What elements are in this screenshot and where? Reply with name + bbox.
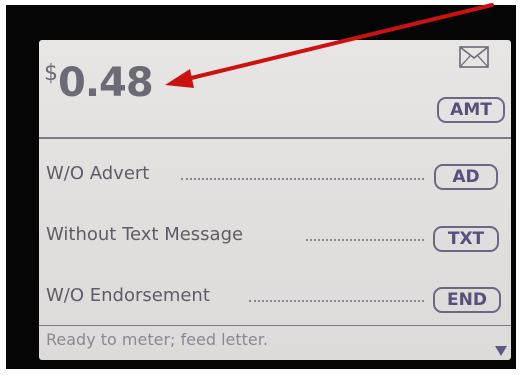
leader-dots bbox=[181, 178, 424, 180]
currency-symbol: $ bbox=[44, 61, 58, 86]
status-divider bbox=[39, 325, 511, 326]
header-divider bbox=[39, 137, 511, 139]
status-message: Ready to meter; feed letter. bbox=[46, 330, 268, 349]
device-bezel: $0.48 AMT W/O Advert AD Without Text Mes… bbox=[6, 5, 516, 369]
ad-button[interactable]: AD bbox=[434, 164, 498, 190]
txt-button[interactable]: TXT bbox=[433, 226, 499, 252]
leader-dots bbox=[249, 300, 424, 302]
leader-dots bbox=[306, 239, 424, 241]
meter-screen: $0.48 AMT W/O Advert AD Without Text Mes… bbox=[39, 40, 511, 360]
amount-value: 0.48 bbox=[58, 60, 154, 106]
amt-button[interactable]: AMT bbox=[437, 97, 505, 123]
option-label-text-message: Without Text Message bbox=[46, 224, 244, 245]
end-button[interactable]: END bbox=[433, 287, 501, 313]
postage-amount: $0.48 bbox=[44, 60, 154, 106]
option-label-advert: W/O Advert bbox=[46, 163, 150, 184]
envelope-icon[interactable] bbox=[459, 46, 489, 68]
scroll-down-icon[interactable] bbox=[495, 346, 507, 356]
option-label-endorsement: W/O Endorsement bbox=[46, 285, 210, 306]
